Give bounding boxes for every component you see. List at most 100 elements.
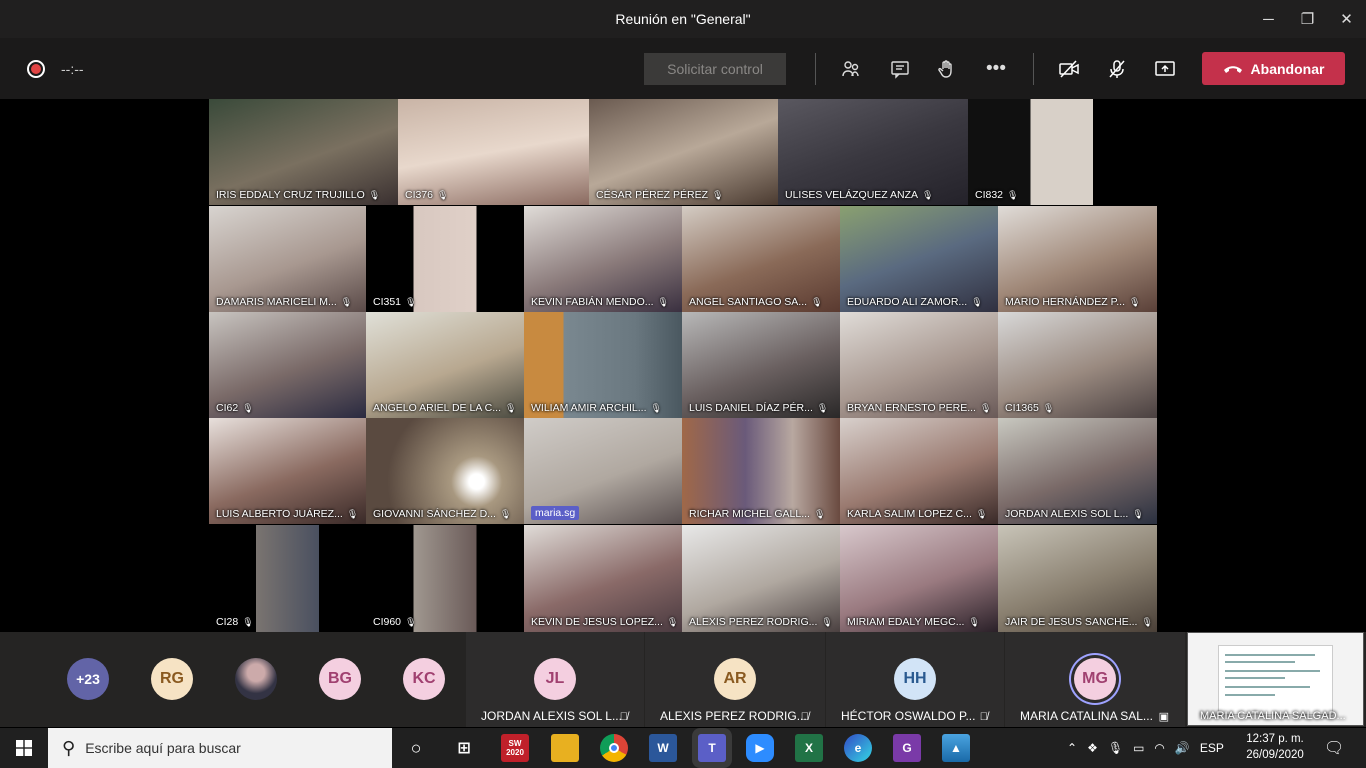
participant-name: CI62 🎙 <box>216 402 254 414</box>
video-tile[interactable]: LUIS DANIEL DÍAZ PÉR... 🎙 <box>682 312 840 418</box>
participant-name: ALEXIS PEREZ RODRIG... <box>660 709 807 723</box>
presenter-icon: ▣ <box>1158 711 1169 723</box>
wifi-icon[interactable]: ◠ <box>1154 741 1164 755</box>
participant-name: MARIA CATALINA SAL... <box>1020 709 1153 723</box>
cortana-icon[interactable]: ○ <box>402 734 430 762</box>
photos-icon[interactable]: ▲ <box>942 734 970 762</box>
participant-name: CI960 🎙 <box>373 616 417 628</box>
task-view-icon[interactable]: ⊞ <box>450 734 478 762</box>
avatar[interactable]: RG <box>151 658 193 700</box>
video-tile[interactable]: CI28 🎙 <box>209 525 366 632</box>
word-icon[interactable]: W <box>649 734 677 762</box>
shared-screen-thumbnail[interactable]: MARIA CATALINA SALGAD... <box>1187 632 1364 726</box>
microphone-icon[interactable]: 🎙 <box>1108 741 1123 755</box>
video-tile[interactable]: JORDAN ALEXIS SOL L... 🎙 <box>998 418 1157 524</box>
request-control-button[interactable]: Solicitar control <box>644 53 786 85</box>
mic-icon: 🎙 <box>368 190 381 200</box>
avatar[interactable]: BG <box>319 658 361 700</box>
participant-name: JORDAN ALEXIS SOL L... 🎙 <box>1005 508 1144 520</box>
video-tile[interactable]: MIRIAM EDALY MEGC... 🎙 <box>840 525 998 632</box>
close-button[interactable]: ✕ <box>1327 0 1366 38</box>
video-tile[interactable]: ANGELO ARIEL DE LA C... 🎙 <box>366 312 524 418</box>
video-tile[interactable]: IRIS EDDALY CRUZ TRUJILLO 🎙 <box>209 99 398 205</box>
video-tile[interactable]: CI376 🎙 <box>398 99 589 205</box>
video-tile[interactable]: MARIO HERNÁNDEZ P... 🎙 <box>998 206 1157 312</box>
taskbar-search[interactable]: ⚲ Escribe aquí para buscar <box>48 728 392 768</box>
toolbar-divider <box>815 53 816 85</box>
people-icon[interactable] <box>837 55 865 83</box>
search-placeholder: Escribe aquí para buscar <box>85 740 241 756</box>
mic-icon: 🎙 <box>975 509 988 519</box>
video-tile[interactable]: LUIS ALBERTO JUÁREZ... 🎙 <box>209 418 366 524</box>
chat-icon[interactable] <box>886 55 914 83</box>
leave-button[interactable]: Abandonar <box>1202 52 1345 85</box>
chevron-up-icon[interactable]: ⌃ <box>1067 741 1077 755</box>
maximize-button[interactable]: ❐ <box>1288 0 1327 38</box>
video-tile[interactable]: CI1365 🎙 <box>998 312 1157 418</box>
battery-icon[interactable]: ▭ <box>1133 741 1144 755</box>
video-tile[interactable]: BRYAN ERNESTO PERE... 🎙 <box>840 312 998 418</box>
camera-off-icon[interactable] <box>1055 55 1083 83</box>
video-tile[interactable]: ALEXIS PEREZ RODRIG... 🎙 <box>682 525 840 632</box>
windows-start-button[interactable] <box>0 728 48 768</box>
mic-off-icon: 🎙̸ <box>619 711 628 723</box>
video-tile[interactable]: maria.sg <box>524 418 682 524</box>
video-tile[interactable]: KARLA SALIM LOPEZ C... 🎙 <box>840 418 998 524</box>
share-screen-icon[interactable] <box>1151 55 1179 83</box>
notifications-icon[interactable]: 🗨 <box>1324 728 1344 768</box>
edge-icon[interactable]: e <box>844 734 872 762</box>
hand-icon[interactable] <box>933 55 961 83</box>
participant-pane[interactable]: JL JORDAN ALEXIS SOL L... 🎙̸ <box>466 632 644 727</box>
video-tile[interactable]: ANGEL SANTIAGO SA... 🎙 <box>682 206 840 312</box>
mic-icon: 🎙 <box>657 297 669 307</box>
video-tile[interactable]: DAMARIS MARICELI M... 🎙 <box>209 206 366 312</box>
participant-name: MIRIAM EDALY MEGC... 🎙 <box>847 616 980 628</box>
volume-icon[interactable]: 🔊 <box>1175 741 1190 755</box>
mic-off-icon[interactable] <box>1103 55 1131 83</box>
video-tile[interactable]: JAIR DE JESUS SANCHE... 🎙 <box>998 525 1157 632</box>
sw-app-icon[interactable]: SW 2020 <box>501 734 529 762</box>
chrome-icon[interactable] <box>600 734 628 762</box>
participant-name: ULISES VELÁZQUEZ ANZA 🎙 <box>785 189 934 201</box>
participant-name: GIOVANNI SÁNCHEZ D... 🎙 <box>373 508 512 520</box>
participant-pane[interactable]: HH HÉCTOR OSWALDO P... 🎙̸ <box>826 632 1004 727</box>
participant-pane[interactable]: AR ALEXIS PEREZ RODRIG... 🎙̸ <box>645 632 825 727</box>
file-explorer-icon[interactable] <box>551 734 579 762</box>
mic-off-icon: 🎙̸ <box>979 711 988 723</box>
participant-pane[interactable]: MG MARIA CATALINA SAL... ▣ <box>1005 632 1185 727</box>
leave-label: Abandonar <box>1250 60 1325 77</box>
mic-icon: 🎙 <box>405 297 417 307</box>
more-options-button[interactable]: ••• <box>982 55 1010 83</box>
video-tile[interactable]: CÉSAR PÉREZ PÉREZ 🎙 <box>589 99 778 205</box>
video-tile[interactable]: KEVIN DE JESUS LOPEZ... 🎙 <box>524 525 682 632</box>
participant-name: IRIS EDDALY CRUZ TRUJILLO 🎙 <box>216 189 381 201</box>
teams-icon[interactable]: T <box>698 734 726 762</box>
video-tile[interactable]: ULISES VELÁZQUEZ ANZA 🎙 <box>778 99 968 205</box>
video-tile[interactable]: RICHAR MICHEL GALL... 🎙 <box>682 418 840 524</box>
language-indicator[interactable]: ESP <box>1200 741 1224 755</box>
participant-name: maria.sg <box>531 506 580 520</box>
dropbox-icon[interactable]: ❖ <box>1087 741 1098 755</box>
video-tile[interactable]: WILIAM AMIR ARCHIL... 🎙 <box>524 312 682 418</box>
participant-name: EDUARDO ALI ZAMOR... 🎙 <box>847 296 983 308</box>
search-icon: ⚲ <box>62 737 76 758</box>
mic-icon: 🎙 <box>1129 297 1141 307</box>
excel-icon[interactable]: X <box>795 734 823 762</box>
minimize-button[interactable]: ─ <box>1249 0 1288 38</box>
video-tile[interactable]: CI832 🎙 <box>968 99 1093 205</box>
avatar[interactable]: KC <box>403 658 445 700</box>
zoom-icon[interactable]: ▶ <box>746 734 774 762</box>
participant-name: ANGEL SANTIAGO SA... 🎙 <box>689 296 823 308</box>
avatar[interactable] <box>235 658 277 700</box>
video-tile[interactable]: CI62 🎙 <box>209 312 366 418</box>
video-tile[interactable]: GIOVANNI SÁNCHEZ D... 🎙 <box>366 418 524 524</box>
overflow-participants-button[interactable]: +23 <box>67 658 109 700</box>
participant-name: WILIAM AMIR ARCHIL... 🎙 <box>531 402 662 414</box>
video-tile[interactable]: EDUARDO ALI ZAMOR... 🎙 <box>840 206 998 312</box>
video-tile[interactable]: KEVIN FABIÁN MENDO... 🎙 <box>524 206 682 312</box>
pdf-app-icon[interactable]: G <box>893 734 921 762</box>
clock-date: 26/09/2020 <box>1246 749 1304 761</box>
video-tile[interactable]: CI960 🎙 <box>366 525 524 632</box>
clock[interactable]: 12:37 p. m. 26/09/2020 <box>1240 731 1310 763</box>
video-tile[interactable]: CI351 🎙 <box>366 206 524 312</box>
